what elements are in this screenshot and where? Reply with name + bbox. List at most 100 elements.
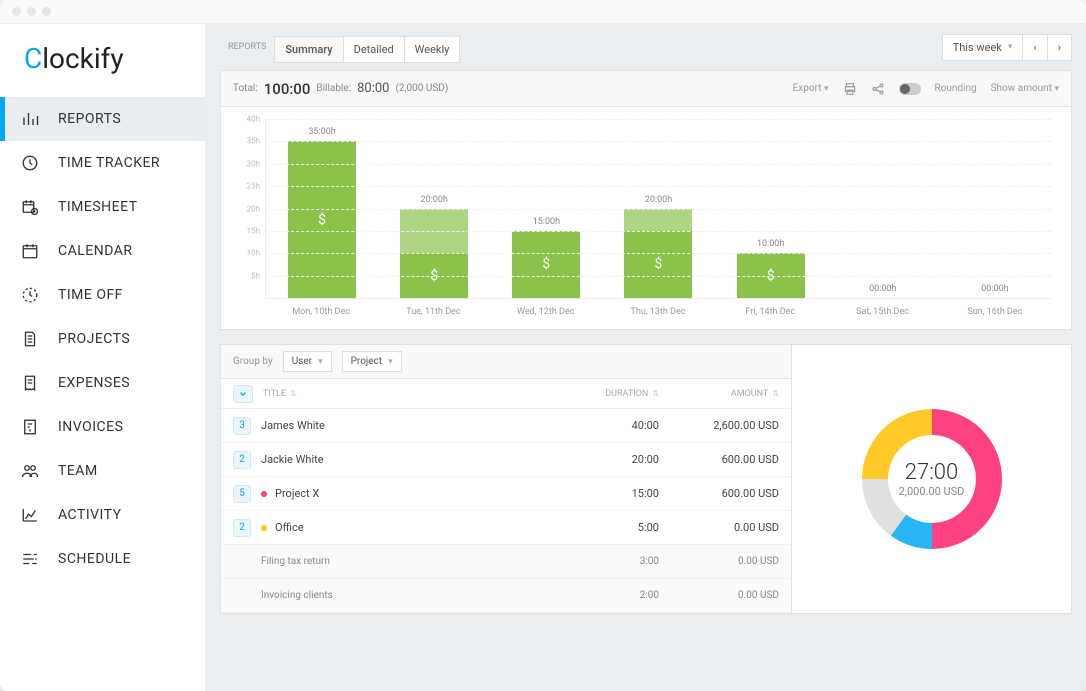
table-header-row: TITLE⇅ DURATION⇅ AMOUNT⇅ — [221, 379, 791, 409]
row-amount: 2,600.00 USD — [659, 419, 779, 432]
col-title[interactable]: TITLE — [263, 389, 286, 399]
collapse-all-button[interactable] — [233, 385, 253, 403]
row-amount: 0.00 USD — [659, 590, 779, 601]
sidebar-item-expenses[interactable]: EXPENSES — [0, 361, 205, 405]
chart-body: 35:00h$20:00h$15:00h$20:00h$10:00h$00:00… — [221, 107, 1071, 329]
tab-summary[interactable]: Summary — [274, 36, 343, 63]
receipt-icon — [20, 373, 40, 393]
sidebar-item-projects[interactable]: PROJECTS — [0, 317, 205, 361]
prev-range-button[interactable]: ‹ — [1023, 34, 1047, 61]
row-title: James White — [261, 419, 549, 432]
billable-amount: (2,000 USD) — [395, 83, 448, 94]
date-range-button[interactable]: This week▾ — [942, 34, 1024, 61]
group-by-label: Group by — [233, 356, 273, 367]
row-amount: 600.00 USD — [659, 453, 779, 466]
calendar-icon — [20, 241, 40, 261]
group-by-primary[interactable]: User▾ — [283, 351, 332, 372]
bar-nonbillable[interactable] — [624, 209, 692, 231]
app-window: Clockify REPORTS TIME TRACKER TIMESHEETCAL… — [0, 0, 1086, 691]
donut-card: 27:00 2,000.00 USD — [792, 344, 1072, 614]
sidebar-item-time-off[interactable]: TIME OFF — [0, 273, 205, 317]
sidebar-item-team[interactable]: TEAM — [0, 449, 205, 493]
col-duration[interactable]: DURATION — [605, 389, 648, 399]
chart-card: Total: 100:00 Billable: 80:00 (2,000 USD… — [220, 70, 1072, 330]
sidebar-item-label: REPORTS — [58, 111, 121, 127]
next-range-button[interactable]: › — [1048, 34, 1072, 61]
sidebar-item-label: ACTIVITY — [58, 507, 122, 523]
sidebar-item-calendar[interactable]: CALENDAR — [0, 229, 205, 273]
bar-total-label: 15:00h — [533, 217, 560, 227]
bar-chart-icon — [20, 109, 40, 129]
sidebar-item-reports[interactable]: REPORTS — [0, 97, 205, 141]
rounding-toggle[interactable] — [899, 83, 921, 95]
share-icon[interactable] — [871, 82, 885, 96]
sidebar-item-label: TEAM — [58, 463, 98, 479]
x-axis-label: Mon, 10th Dec — [265, 299, 377, 325]
reports-label: REPORTS — [220, 42, 274, 52]
row-amount: 0.00 USD — [659, 556, 779, 567]
sidebar-item-label: PROJECTS — [58, 331, 130, 347]
table-row[interactable]: 2 Jackie White20:00600.00 USD — [221, 443, 791, 477]
billable-value: 80:00 — [357, 81, 389, 96]
bar-total-label: 20:00h — [645, 195, 672, 205]
sidebar-item-timesheet[interactable]: TIMESHEET — [0, 185, 205, 229]
table-row[interactable]: Invoicing clients2:000.00 USD — [221, 579, 791, 613]
brand-logo: Clockify — [0, 24, 205, 97]
bar-total-label: 00:00h — [981, 284, 1008, 294]
print-icon[interactable] — [843, 82, 857, 96]
traffic-light-max[interactable] — [42, 7, 51, 16]
bar-total-label: 10:00h — [757, 239, 784, 249]
bar-total-label: 35:00h — [308, 127, 335, 137]
count-badge: 2 — [233, 519, 251, 537]
tab-detailed[interactable]: Detailed — [344, 36, 405, 63]
export-button[interactable]: Export ▾ — [793, 83, 829, 94]
bar-billable[interactable]: $ — [512, 231, 580, 298]
clock-icon — [20, 153, 40, 173]
row-title: Invoicing clients — [261, 590, 549, 601]
x-axis-label: Sun, 16th Dec — [939, 299, 1051, 325]
row-amount: 0.00 USD — [659, 521, 779, 534]
x-axis-label: Fri, 14th Dec — [714, 299, 826, 325]
topbar: REPORTS SummaryDetailedWeekly This week▾… — [206, 24, 1086, 70]
table-row[interactable]: 3James White40:002,600.00 USD — [221, 409, 791, 443]
sidebar-item-time-tracker[interactable]: TIME TRACKER — [0, 141, 205, 185]
bar-total-label: 20:00h — [421, 195, 448, 205]
rounding-label: Rounding — [935, 83, 977, 94]
row-duration: 2:00 — [549, 590, 659, 601]
bar-billable[interactable]: $ — [288, 141, 356, 298]
traffic-light-min[interactable] — [27, 7, 36, 16]
row-title: Project X — [275, 487, 549, 500]
activity-icon — [20, 505, 40, 525]
sidebar-item-schedule[interactable]: SCHEDULE — [0, 537, 205, 581]
main-area: REPORTS SummaryDetailedWeekly This week▾… — [206, 24, 1086, 691]
bar-billable[interactable]: $ — [624, 231, 692, 298]
sidebar-item-label: EXPENSES — [58, 375, 130, 391]
row-duration: 3:00 — [549, 556, 659, 567]
col-amount[interactable]: AMOUNT — [731, 389, 768, 399]
count-badge: 3 — [233, 417, 251, 435]
row-duration: 15:00 — [549, 487, 659, 500]
table-row[interactable]: 2Office5:000.00 USD — [221, 511, 791, 545]
bar-total-label: 00:00h — [869, 284, 896, 294]
file-icon — [20, 329, 40, 349]
project-color-dot — [261, 491, 267, 497]
donut-center: 27:00 2,000.00 USD — [899, 460, 965, 498]
table-row[interactable]: Filing tax return3:000.00 USD — [221, 545, 791, 579]
invoice-icon — [20, 417, 40, 437]
sidebar-item-activity[interactable]: ACTIVITY — [0, 493, 205, 537]
count-badge: 2 — [233, 451, 251, 469]
tab-weekly[interactable]: Weekly — [405, 36, 461, 63]
billable-label: Billable: — [316, 83, 351, 94]
show-amount-button[interactable]: Show amount ▾ — [991, 83, 1059, 94]
sidebar-item-invoices[interactable]: INVOICES — [0, 405, 205, 449]
row-amount: 600.00 USD — [659, 487, 779, 500]
row-duration: 20:00 — [549, 453, 659, 466]
table-row[interactable]: 5Project X15:00600.00 USD — [221, 477, 791, 511]
chevron-down-icon: ▾ — [1008, 42, 1013, 52]
row-title: Jackie White — [261, 453, 549, 466]
traffic-light-close[interactable] — [12, 7, 21, 16]
sidebar-item-label: TIME TRACKER — [58, 155, 160, 171]
group-by-secondary[interactable]: Project▾ — [342, 351, 402, 372]
x-axis-label: Thu, 13th Dec — [602, 299, 714, 325]
calendar-clock-icon — [20, 197, 40, 217]
